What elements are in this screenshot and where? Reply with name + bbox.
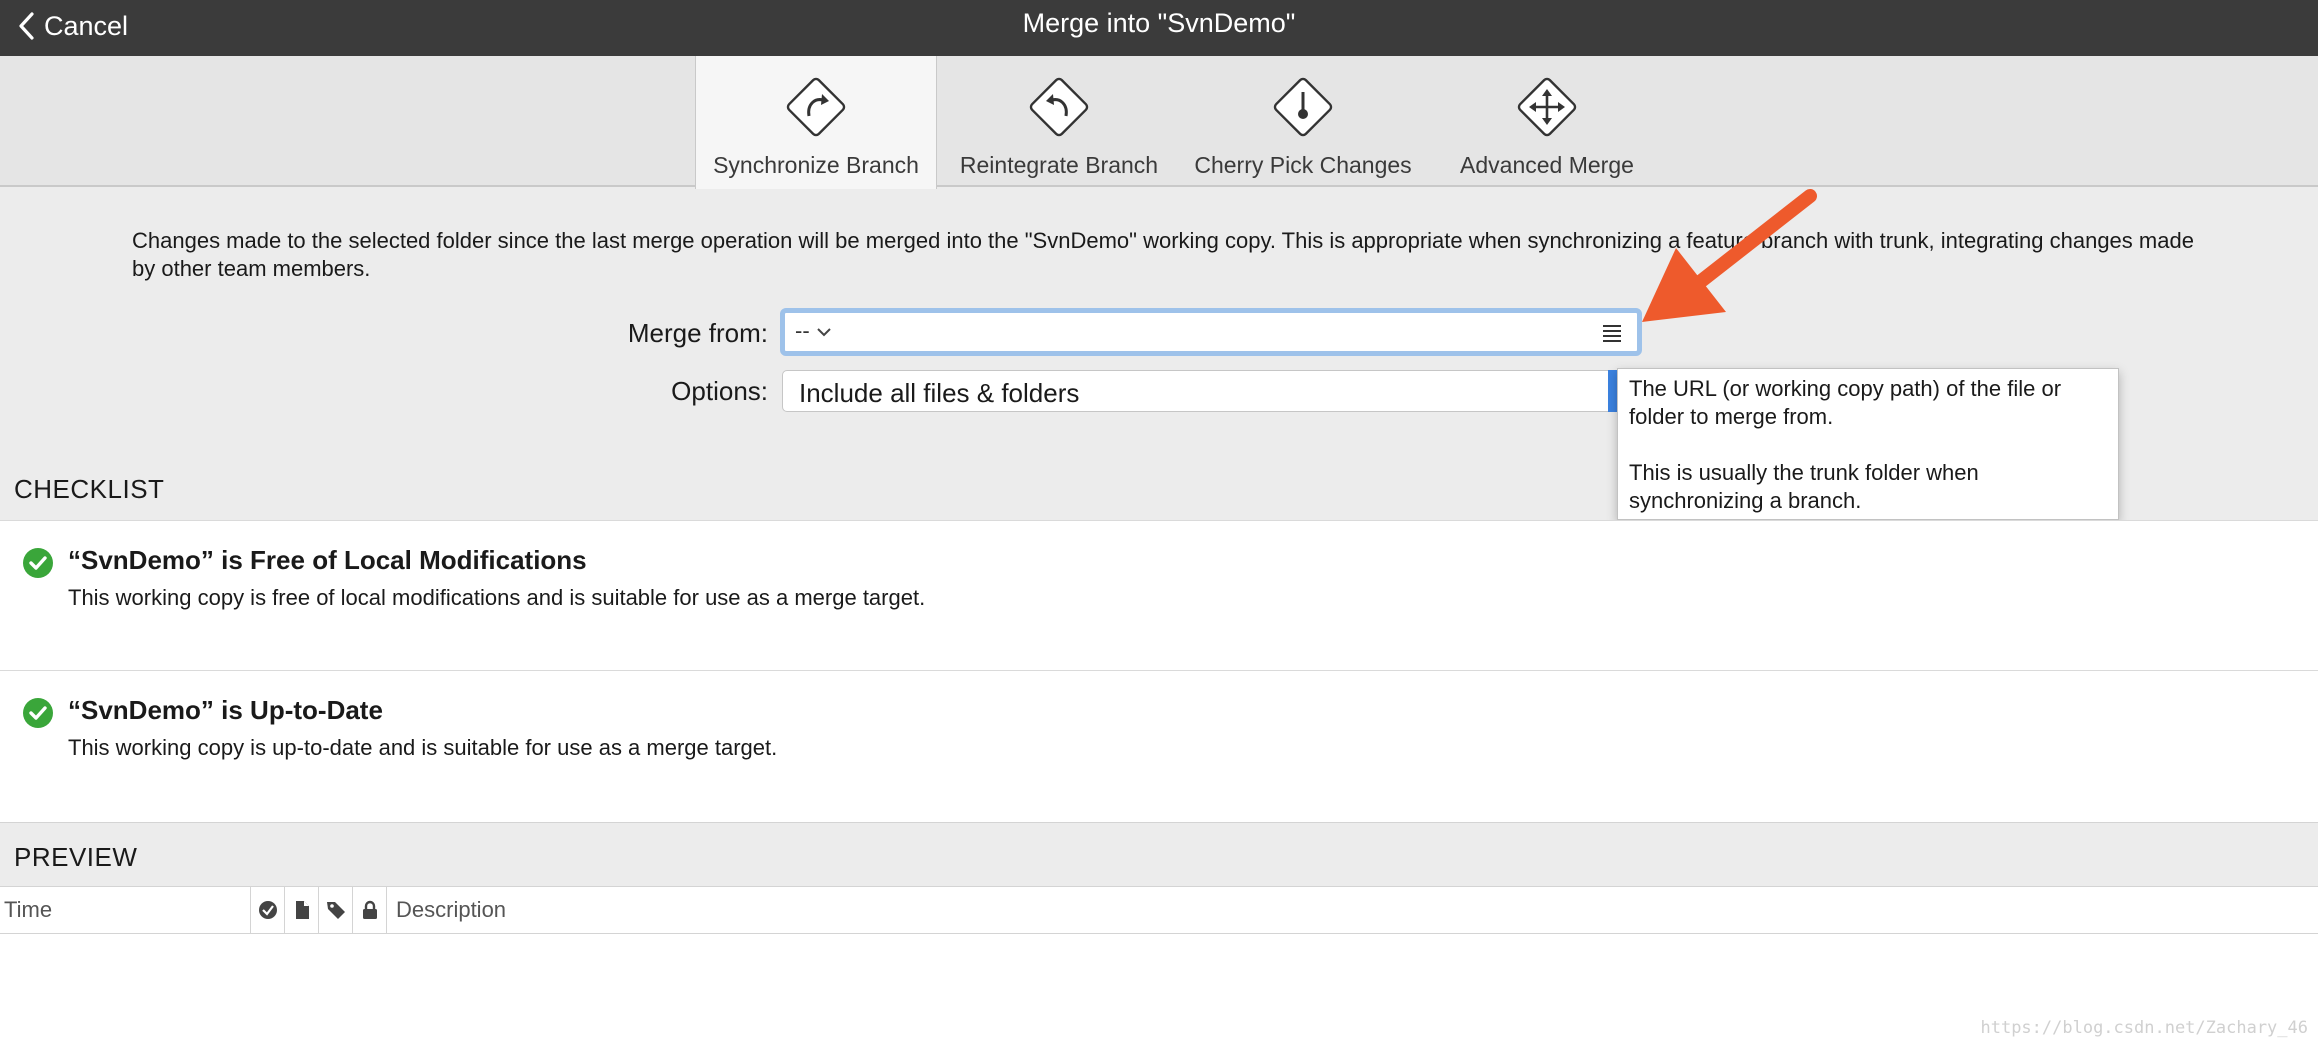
cherry-pick-icon <box>1273 77 1333 137</box>
window-title: Merge into "SvnDemo" <box>1022 8 1296 38</box>
tag-icon <box>327 902 345 919</box>
merge-type-toolbar: Synchronize Branch Reintegrate Branch Ch… <box>0 56 2318 189</box>
preview-heading: PREVIEW <box>14 842 138 872</box>
column-header-tag[interactable] <box>318 887 352 933</box>
merge-from-tooltip: The URL (or working copy path) of the fi… <box>1617 368 2119 520</box>
tab-reintegrate-branch[interactable]: Reintegrate Branch <box>948 56 1170 187</box>
options-label: Options: <box>671 376 768 406</box>
preview-table-body <box>0 934 2318 1048</box>
column-header-file[interactable] <box>284 887 318 933</box>
checklist-item: “SvnDemo” is Free of Local Modifications… <box>0 520 2318 670</box>
chevron-down-icon[interactable] <box>816 326 832 338</box>
list-icon[interactable] <box>1601 323 1623 343</box>
document-icon <box>296 901 309 919</box>
tab-synchronize-branch[interactable]: Synchronize Branch <box>695 56 937 189</box>
lock-icon <box>363 900 377 919</box>
checklist-item: “SvnDemo” is Up-to-Date This working cop… <box>0 670 2318 822</box>
merge-from-value: -- <box>795 318 832 344</box>
checklist-item-title: “SvnDemo” is Up-to-Date <box>68 695 383 725</box>
sync-branch-icon <box>786 77 846 137</box>
checkmark-icon <box>23 548 53 578</box>
divider <box>0 822 2318 823</box>
title-bar: Cancel Merge into "SvnDemo" <box>0 0 2318 56</box>
preview-table-header: Time Description <box>0 886 2318 934</box>
tooltip-text: The URL (or working copy path) of the fi… <box>1629 376 2062 429</box>
checklist-item-subtitle: This working copy is up-to-date and is s… <box>68 735 778 760</box>
options-select[interactable]: Include all files & folders <box>782 370 1622 412</box>
tab-label: Synchronize Branch <box>713 152 919 178</box>
merge-description: Changes made to the selected folder sinc… <box>132 228 2194 281</box>
tab-cherry-pick-changes[interactable]: Cherry Pick Changes <box>1186 56 1420 187</box>
tab-label: Reintegrate Branch <box>959 152 1159 178</box>
tab-label: Advanced Merge <box>1460 152 1634 178</box>
reintegrate-branch-icon <box>1029 77 1089 137</box>
check-circle-icon <box>259 901 277 919</box>
checklist-item-title: “SvnDemo” is Free of Local Modifications <box>68 545 587 575</box>
options-value: Include all files & folders <box>799 378 1080 408</box>
tooltip-text: This is usually the trunk folder when sy… <box>1629 460 1979 513</box>
checklist-item-subtitle: This working copy is free of local modif… <box>68 585 926 610</box>
watermark: https://blog.csdn.net/Zachary_46 <box>1980 1018 2308 1038</box>
advanced-merge-icon <box>1517 77 1577 137</box>
tab-advanced-merge[interactable]: Advanced Merge <box>1440 56 1654 187</box>
checkmark-icon <box>23 698 53 728</box>
tab-label: Cherry Pick Changes <box>1194 152 1412 178</box>
column-header-status[interactable] <box>250 887 284 933</box>
column-header-description[interactable]: Description <box>386 887 2286 933</box>
merge-from-input[interactable]: -- <box>780 308 1642 356</box>
merge-from-label: Merge from: <box>627 318 768 348</box>
column-header-time[interactable]: Time <box>4 887 250 933</box>
column-header-lock[interactable] <box>352 887 386 933</box>
checklist-heading: CHECKLIST <box>14 474 165 504</box>
